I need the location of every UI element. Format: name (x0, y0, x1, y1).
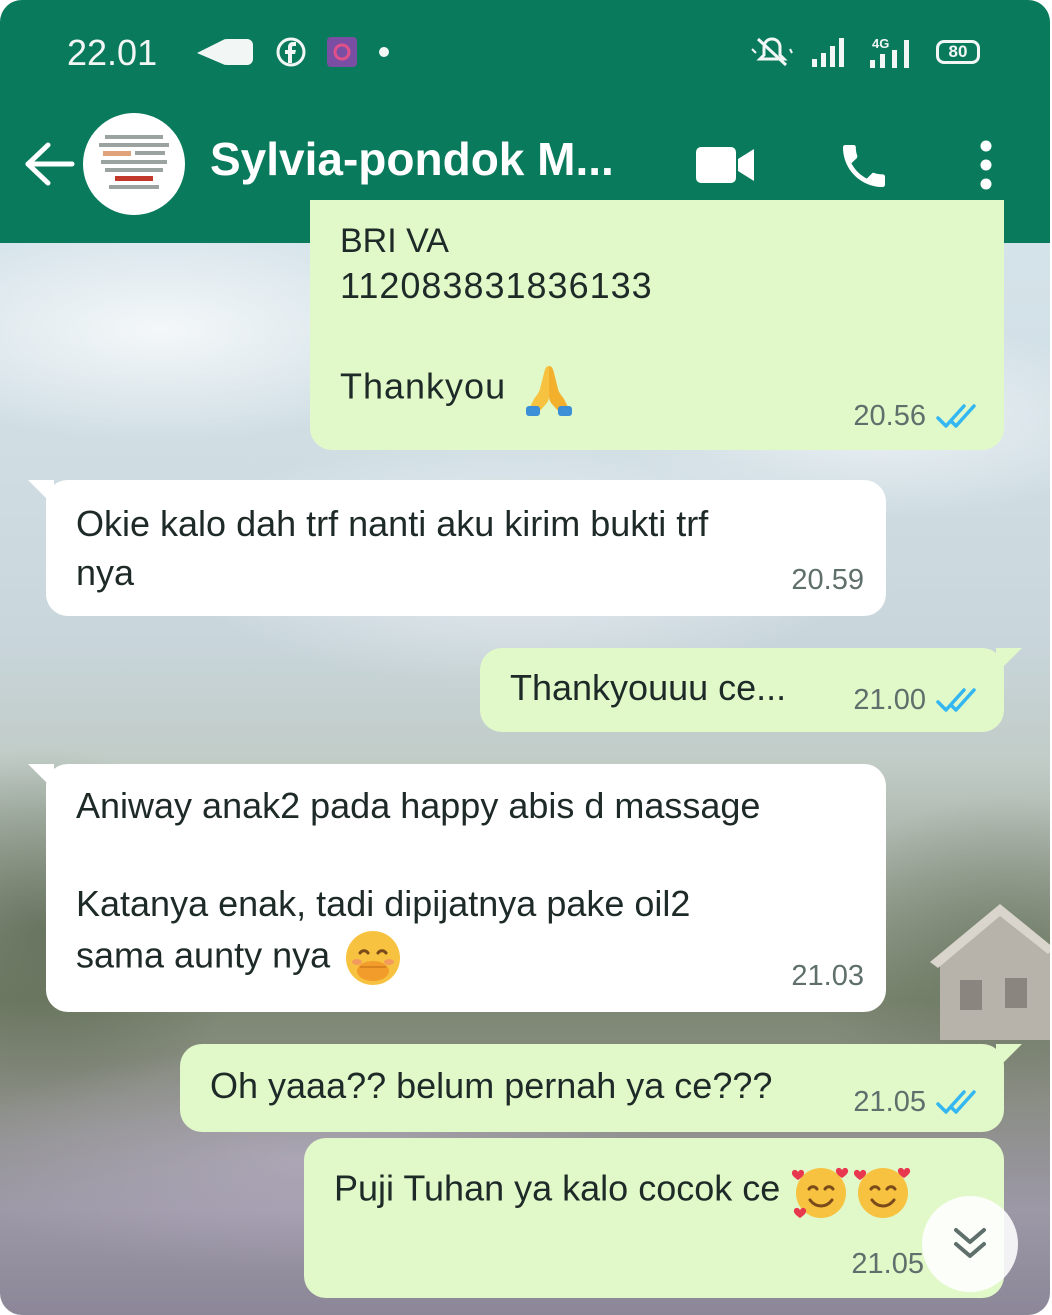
message-text-content: 112083831836133 Thankyou (340, 265, 653, 407)
smiling-face-with-hearts-icon (854, 1167, 911, 1218)
instagram-icon (327, 37, 357, 67)
more-notifications-dot-icon (379, 47, 389, 57)
bubble-tail (28, 480, 54, 506)
message-text: 112083831836133 Thankyou (340, 262, 653, 418)
read-ticks-icon (936, 688, 976, 713)
phone-icon[interactable] (836, 138, 892, 194)
message-text: Puji Tuhan ya kalo cocok ce (334, 1162, 974, 1220)
message-time: 21.00 (853, 683, 926, 716)
message-text-content: Puji Tuhan ya kalo cocok ce (334, 1167, 781, 1209)
signal-icon (812, 38, 844, 67)
read-ticks-icon (936, 404, 976, 429)
avatar[interactable] (83, 113, 185, 215)
double-chevron-down-icon (954, 1228, 986, 1258)
read-ticks-icon (936, 1090, 976, 1115)
face-hand-over-mouth-emoji (344, 929, 402, 987)
message-time: 20.59 (791, 563, 864, 596)
more-vert-icon[interactable] (975, 138, 997, 192)
message-time: 21.05 (853, 1085, 926, 1118)
smiling-face-with-hearts-icon (792, 1167, 849, 1218)
message-bubble-outgoing[interactable]: Oh yaaa?? belum pernah ya ce??? 21.05 (180, 1044, 1022, 1132)
scroll-to-bottom-button[interactable] (922, 1196, 1018, 1292)
send-app-icon (197, 39, 253, 65)
contact-name[interactable]: Sylvia-pondok M... (210, 132, 614, 186)
message-text: Aniway anak2 pada happy abis d massage K… (76, 782, 856, 987)
folded-hands-icon (526, 365, 573, 416)
message-text-content: Aniway anak2 pada happy abis d massage K… (76, 785, 761, 976)
message-text: Okie kalo dah trf nanti aku kirim bukti … (76, 503, 709, 593)
message-time: 21.03 (791, 959, 864, 992)
video-call-icon[interactable] (694, 143, 756, 187)
facebook-icon (276, 37, 306, 67)
message-cut-text: BRI VA (340, 222, 449, 260)
message-bubble-incoming[interactable]: Aniway anak2 pada happy abis d massage K… (28, 764, 886, 1012)
message-bubble-outgoing[interactable]: Puji Tuhan ya kalo cocok ce 21.05 (304, 1138, 1004, 1298)
message-meta: 21.00 (853, 681, 982, 720)
message-meta: 21.05 (853, 1083, 982, 1122)
avatar-image (99, 135, 169, 189)
bubble-tail (996, 1044, 1022, 1070)
message-meta: 21.03 (791, 957, 864, 996)
message-bubble-outgoing[interactable]: BRI VA 112083831836133 Thankyou 20.56 (310, 200, 1004, 450)
message-bubble-incoming[interactable]: Okie kalo dah trf nanti aku kirim bukti … (28, 480, 886, 616)
mute-icon (751, 37, 793, 67)
bubble-tail (28, 764, 54, 790)
smiling-face-with-hearts-emoji (854, 1162, 912, 1220)
message-time: 20.56 (853, 399, 926, 432)
phone-screen: 22.01 4G 80 Sylvia-pondok M... BRI VA 11… (0, 0, 1050, 1315)
signal-4g-icon: 4G (870, 36, 909, 68)
battery-indicator: 80 (936, 40, 980, 64)
message-time: 21.05 (851, 1247, 924, 1280)
status-time: 22.01 (67, 32, 158, 73)
bubble-tail (996, 648, 1022, 674)
message-meta: 21.05 (851, 1245, 924, 1284)
folded-hands-emoji (520, 360, 578, 418)
smiling-face-with-hearts-emoji (792, 1162, 850, 1220)
message-meta: 20.59 (791, 561, 864, 600)
svg-text:4G: 4G (872, 36, 889, 51)
wallpaper-house (930, 904, 1050, 1040)
message-bubble-outgoing[interactable]: Thankyouuu ce... 21.00 (480, 648, 1022, 732)
status-notification-icons (195, 32, 391, 72)
message-meta: 20.56 (853, 397, 982, 436)
back-arrow-icon[interactable] (24, 142, 76, 186)
status-system-icons: 4G 80 (750, 32, 980, 72)
face-hand-over-mouth-icon (346, 930, 401, 985)
